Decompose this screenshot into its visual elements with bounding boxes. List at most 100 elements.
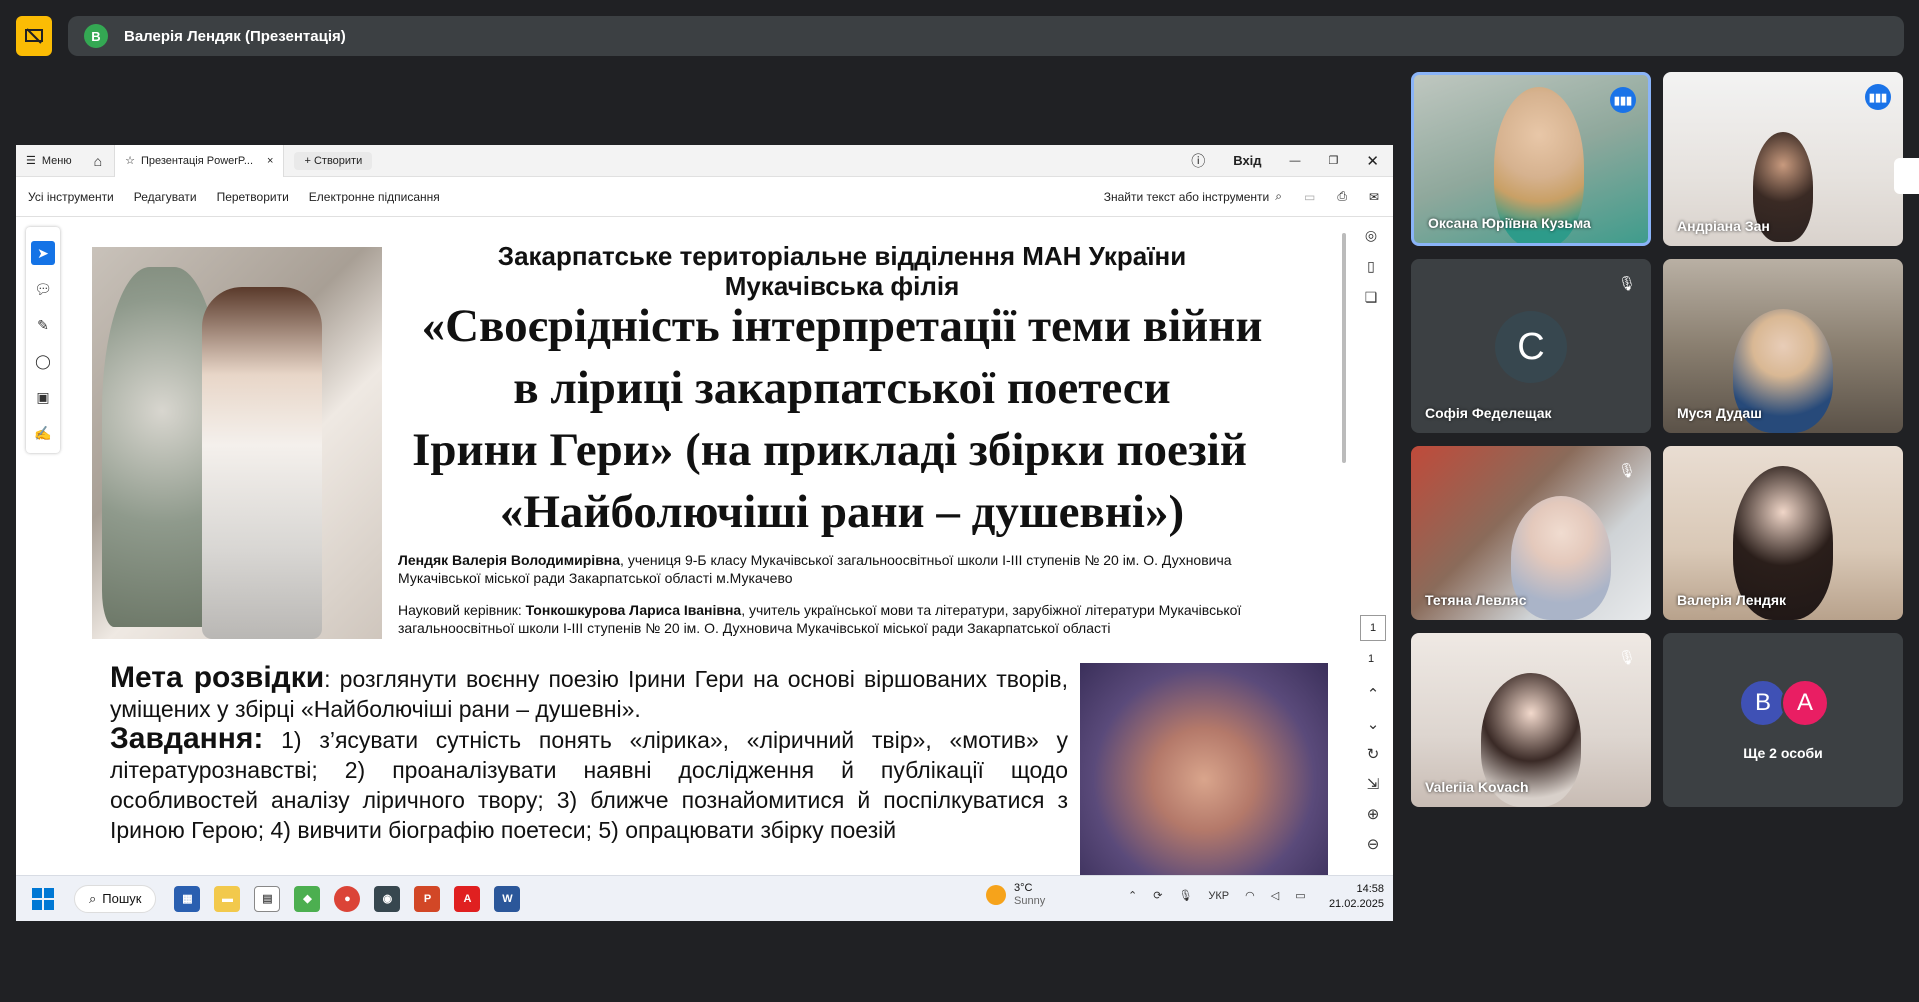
menu-label: Меню [41, 154, 72, 167]
app-titlebar: ☰ Меню ⌂ ☆ Презентація PowerP... × + Ств… [16, 145, 1393, 177]
clock-time: 14:58 [1356, 883, 1384, 895]
goal-and-tasks: Мета розвідки: розглянути воєнну поезію … [110, 663, 1068, 845]
weather-desc: Sunny [1014, 895, 1046, 907]
toolbar-edit[interactable]: Редагувати [134, 190, 197, 204]
chevron-down-icon[interactable]: ⌄ [1367, 715, 1380, 733]
left-toolbar: ➤ 💬︎ ✎ ◯ ▣ ✍ [26, 227, 60, 453]
sync-icon[interactable]: ⟳ [1153, 889, 1162, 902]
close-tab-icon[interactable]: × [267, 155, 273, 167]
mic-off-icon: 🎙︎ [1618, 648, 1636, 665]
bookmark-icon[interactable]: ▯ [1367, 258, 1375, 275]
chevron-up-icon[interactable]: ⌃ [1367, 685, 1380, 703]
star-icon[interactable]: ☆ [125, 154, 135, 167]
microphone-icon[interactable]: 🎙︎ [1178, 889, 1192, 902]
author-name: Лендяк Валерія Володимирівна [398, 552, 621, 568]
toolbar-convert[interactable]: Перетворити [217, 190, 289, 204]
zoom-in-icon[interactable]: ⊕ [1367, 805, 1380, 823]
comment-icon[interactable]: 💬︎ [31, 277, 55, 301]
acrobat-icon[interactable]: A [454, 885, 481, 912]
chevron-up-icon[interactable]: ⌃ [1128, 889, 1137, 902]
mic-off-icon: 🎙︎ [1618, 274, 1636, 291]
document-tab[interactable]: ☆ Презентація PowerP... × [114, 145, 285, 177]
chrome-icon[interactable]: ● [334, 885, 361, 912]
hamburger-icon: ☰ [26, 155, 36, 167]
help-icon[interactable]: ⓘ [1191, 151, 1205, 171]
print-icon[interactable]: ⎙ [1337, 189, 1347, 204]
participant-tile[interactable]: ▮▮▮ Андріана Зан [1663, 72, 1903, 246]
weather-widget[interactable]: 3°C Sunny [986, 882, 1045, 908]
ai-assistant-icon[interactable]: ◎ [1365, 227, 1377, 244]
side-panel-toggle-icon[interactable] [1894, 158, 1919, 194]
toolbar-esign[interactable]: Електронне підписання [309, 190, 440, 204]
speaking-indicator-icon: ▮▮▮ [1610, 87, 1636, 113]
more-participants-tile[interactable]: В А Ще 2 особи [1663, 633, 1903, 807]
word-icon[interactable]: W [494, 885, 521, 912]
navigation-tools: ⌃ ⌄ ↻ ⇲ ⊕ ⊖ [1360, 685, 1386, 853]
webcam-app-icon[interactable]: ◉ [374, 885, 401, 912]
wifi-icon[interactable]: ◠ [1245, 889, 1255, 902]
participant-name: Валерія Лендяк [1677, 592, 1787, 608]
more-avatars: В А [1739, 679, 1829, 727]
copilot-icon[interactable]: ◆ [294, 885, 321, 912]
participant-tile[interactable]: С 🎙︎ Софія Феделещак [1411, 259, 1651, 433]
toolbar-all-tools[interactable]: Усі інструменти [28, 190, 114, 204]
save-icon[interactable]: ▭ [1304, 190, 1315, 204]
login-button[interactable]: Вхід [1233, 153, 1261, 168]
more-participants-label: Ще 2 особи [1743, 745, 1823, 761]
goal-label: Мета розвідки [110, 661, 325, 694]
windows-start-icon[interactable] [32, 887, 54, 910]
copy-pages-icon[interactable]: ❏ [1365, 289, 1378, 306]
tab-title: Презентація PowerP... [140, 154, 254, 167]
rotate-icon[interactable]: ↻ [1367, 745, 1380, 763]
slide-title-line2: в ліриці закарпатської поетеси [513, 362, 1171, 414]
maximize-icon[interactable]: ❐ [1329, 154, 1339, 167]
lasso-icon[interactable]: ◯ [31, 349, 55, 373]
fit-page-icon[interactable]: ⇲ [1367, 775, 1380, 793]
find-tools-button[interactable]: Знайти текст або інструменти ⌕ [1104, 189, 1282, 204]
participant-name: Оксана Юріївна Кузьма [1428, 215, 1591, 231]
presenter-title: Валерія Лендяк (Презентація) [124, 27, 346, 45]
taskbar-search[interactable]: ⌕ Пошук [74, 884, 157, 913]
new-tab-button[interactable]: + Створити [294, 151, 373, 170]
participant-name: Тетяна Левляс [1425, 592, 1527, 608]
volume-icon[interactable]: ◁ [1271, 889, 1279, 902]
participant-tile[interactable]: ▮▮▮ Оксана Юріївна Кузьма [1411, 72, 1651, 246]
powerpoint-icon[interactable]: P [414, 885, 441, 912]
close-window-icon[interactable]: ✕ [1366, 152, 1379, 170]
participant-name: Valeriia Kovach [1425, 779, 1529, 795]
participant-tile[interactable]: 🎙︎ Valeriia Kovach [1411, 633, 1651, 807]
participant-tile[interactable]: Валерія Лендяк [1663, 446, 1903, 620]
presenter-avatar: В [84, 24, 108, 48]
menu-button[interactable]: ☰ Меню [16, 154, 82, 168]
tasks-label: Завдання: [110, 722, 264, 755]
slide-title-line4: «Найболючіші рани – душевні») [499, 486, 1185, 538]
vertical-scrollbar[interactable] [1342, 233, 1346, 463]
task-view-icon[interactable]: ▦ [174, 885, 201, 912]
language-indicator[interactable]: УКР [1208, 890, 1229, 902]
presentation-off-icon[interactable] [16, 16, 52, 56]
text-box-icon[interactable]: ▣ [31, 385, 55, 409]
minimize-icon[interactable]: — [1290, 155, 1301, 167]
slide-title-line3: Ірини Гери» (на прикладі збірки поезій [412, 424, 1247, 476]
advisor-name: Тонкошкурова Лариса Іванівна [525, 602, 742, 618]
battery-icon[interactable]: ▭ [1295, 889, 1305, 902]
right-toolbar: ◎ ▯ ❏ [1356, 227, 1386, 306]
participant-name: Андріана Зан [1677, 218, 1770, 234]
advisor-info: Науковий керівник: Тонкошкурова Лариса І… [398, 601, 1298, 637]
current-page-input[interactable]: 1 [1360, 615, 1386, 641]
select-cursor-icon[interactable]: ➤ [31, 241, 55, 265]
file-explorer-icon[interactable]: ▬ [214, 885, 241, 912]
mail-icon[interactable]: ✉ [1369, 190, 1379, 204]
home-icon[interactable]: ⌂ [82, 153, 114, 169]
zoom-out-icon[interactable]: ⊖ [1367, 835, 1380, 853]
presentation-slide: Закарпатське територіальне відділення МА… [92, 241, 1332, 875]
participant-tile[interactable]: Муся Дудаш [1663, 259, 1903, 433]
participant-tile[interactable]: 🎙︎ Тетяна Левляс [1411, 446, 1651, 620]
more-avatar: А [1781, 679, 1829, 727]
system-tray: ⌃ ⟳ 🎙︎ УКР ◠ ◁ ▭ [1128, 889, 1306, 903]
taskbar-clock[interactable]: 14:58 21.02.2025 [1326, 882, 1384, 912]
mic-off-icon: 🎙︎ [1618, 461, 1636, 478]
highlight-pen-icon[interactable]: ✎ [31, 313, 55, 337]
notepad-icon[interactable]: ▤ [254, 885, 281, 912]
signature-icon[interactable]: ✍ [31, 421, 55, 445]
